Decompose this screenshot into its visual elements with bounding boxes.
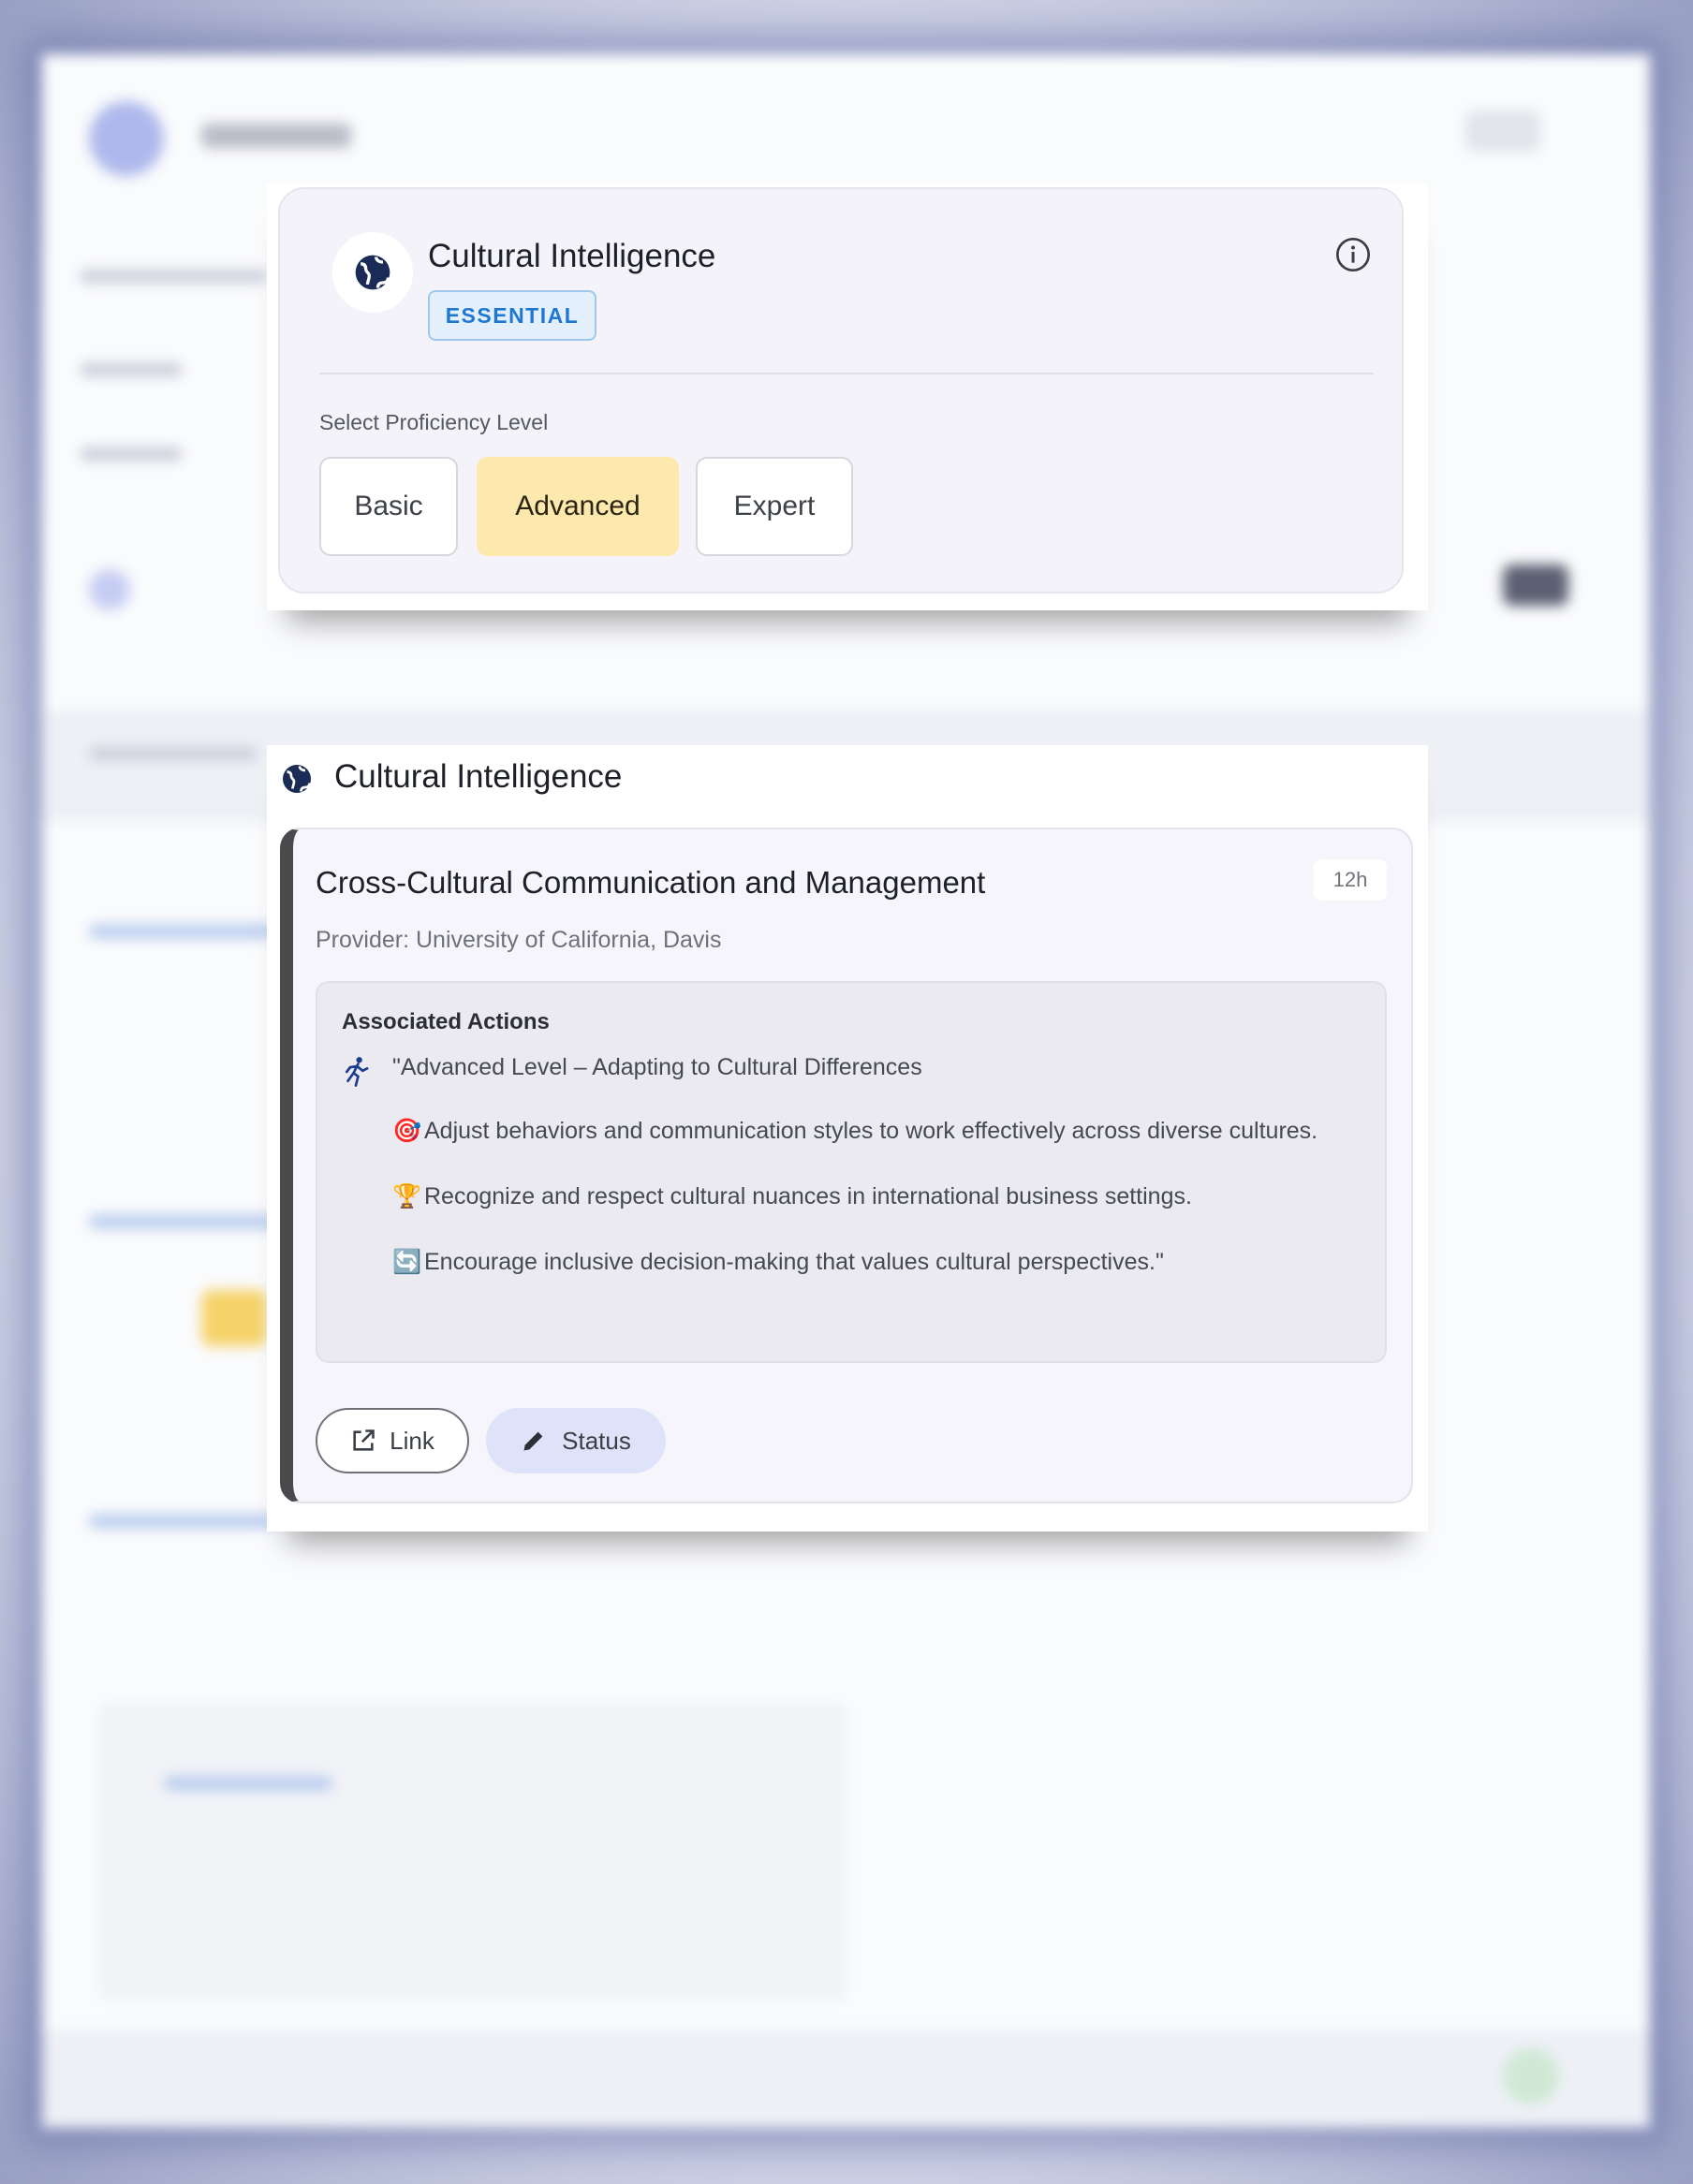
link-button[interactable]: Link: [316, 1408, 469, 1473]
course-title: Cross-Cultural Communication and Managem…: [316, 865, 986, 900]
bg-sidebar-line: [80, 447, 183, 461]
action-item: 🎯 Adjust behaviors and communication styl…: [392, 1114, 1357, 1148]
runner-icon: [345, 1057, 369, 1087]
bg-header-title: [201, 124, 351, 148]
action-item-text: Adjust behaviors and communication style…: [424, 1118, 1318, 1144]
course-provider: Provider: University of California, Davi…: [316, 927, 722, 953]
associated-actions: Associated Actions "Advanced Level – Ada…: [316, 981, 1387, 1363]
actions-heading: Associated Actions: [342, 1009, 550, 1034]
external-link-icon: [353, 1429, 375, 1451]
status-button[interactable]: Status: [486, 1408, 666, 1473]
course-panel: Cultural Intelligence Cross-Cultural Com…: [267, 745, 1428, 1532]
bg-highlight: [201, 1290, 267, 1346]
bg-lower-card: [98, 1702, 847, 2001]
bg-row: [164, 1777, 332, 1790]
proficiency-label: Select Proficiency Level: [319, 410, 549, 434]
action-item-text: Encourage inclusive decision-making that…: [424, 1249, 1164, 1275]
bg-toggle: [1503, 564, 1568, 606]
cycle-icon: 🔄: [392, 1249, 422, 1275]
bg-chip: [89, 569, 130, 610]
bg-row: [89, 925, 276, 938]
action-item: "Advanced Level – Adapting to Cultural D…: [392, 1054, 922, 1080]
bg-sidebar-line: [80, 270, 267, 283]
level-basic-button[interactable]: Basic: [319, 457, 458, 556]
pencil-icon: [523, 1431, 543, 1451]
globe-icon: [283, 765, 311, 793]
globe-icon: [355, 255, 390, 290]
bg-row: [89, 1515, 276, 1528]
competency-title: Cultural Intelligence: [428, 238, 716, 274]
action-item: 🔄 Encourage inclusive decision-making tha…: [392, 1245, 1357, 1279]
bg-footer-band: [42, 2030, 1650, 2128]
competency-card: Cultural Intelligence ESSENTIAL Select P…: [278, 187, 1404, 594]
divider: [319, 373, 1374, 374]
level-expert-button[interactable]: Expert: [696, 457, 853, 556]
bg-footer-chip: [1503, 2048, 1559, 2104]
level-advanced-button[interactable]: Advanced: [477, 457, 679, 556]
status-button-label: Status: [562, 1426, 631, 1455]
section-title: Cultural Intelligence: [334, 758, 623, 795]
competency-avatar: [332, 232, 413, 313]
bg-sidebar-line: [80, 363, 183, 376]
duration-badge: 12h: [1314, 859, 1387, 901]
bg-section-title: [89, 747, 258, 760]
action-item: 🏆 Recognize and respect cultural nuances …: [392, 1180, 1357, 1213]
target-icon: 🎯: [392, 1118, 422, 1144]
essential-badge: ESSENTIAL: [428, 290, 596, 341]
course-card: Cross-Cultural Communication and Managem…: [280, 828, 1413, 1503]
trophy-icon: 🏆: [392, 1183, 422, 1209]
bg-header-action: [1465, 110, 1540, 152]
competency-panel: Cultural Intelligence ESSENTIAL Select P…: [267, 183, 1428, 610]
info-icon[interactable]: [1334, 236, 1372, 273]
bg-row: [89, 1215, 276, 1228]
action-item-text: Recognize and respect cultural nuances i…: [424, 1183, 1192, 1209]
link-button-label: Link: [390, 1426, 434, 1455]
bg-avatar: [89, 101, 164, 176]
